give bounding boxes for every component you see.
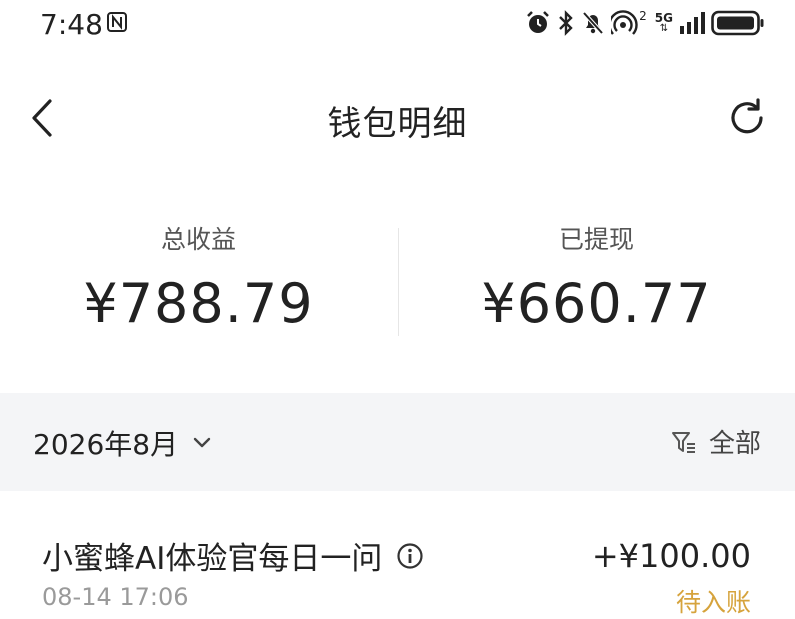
mute-icon xyxy=(582,11,604,35)
status-icons: 2 5G ⇅ xyxy=(525,8,765,38)
hotspot-icon xyxy=(611,10,638,35)
filter-button[interactable]: 全部 xyxy=(671,423,761,460)
month-label: 2026年8月 xyxy=(33,428,179,461)
alarm-icon xyxy=(527,11,550,33)
nfc-icon xyxy=(107,12,127,32)
hotspot-count: 2 xyxy=(639,9,647,23)
total-earnings-value: ¥788.79 xyxy=(83,272,314,335)
transaction-time: 08-14 17:06 xyxy=(42,583,189,611)
withdrawn-amount: 已提现 ¥660.77 xyxy=(398,200,795,335)
signal-icon xyxy=(680,12,705,34)
bluetooth-icon xyxy=(559,10,573,36)
refresh-icon[interactable] xyxy=(725,96,769,140)
withdrawn-value: ¥660.77 xyxy=(481,272,712,335)
chevron-down-icon xyxy=(193,437,211,448)
filter-icon xyxy=(671,431,695,453)
filter-bar: 2026年8月 全部 xyxy=(0,393,795,491)
earnings-summary: 总收益 ¥788.79 已提现 ¥660.77 xyxy=(0,200,795,360)
network-type: 5G ⇅ xyxy=(654,11,673,34)
total-earnings-label: 总收益 xyxy=(160,225,236,254)
info-icon[interactable] xyxy=(396,542,424,570)
total-earnings: 总收益 ¥788.79 xyxy=(0,200,397,335)
withdrawn-label: 已提现 xyxy=(558,225,634,254)
status-time: 7:48 xyxy=(40,8,103,41)
month-selector[interactable]: 2026年8月 xyxy=(33,423,212,463)
status-bar: 7:48 2 5G ⇅ xyxy=(0,0,795,50)
transaction-title: 小蜜蜂AI体验官每日一问 xyxy=(42,541,383,577)
filter-label: 全部 xyxy=(708,429,761,459)
page-title: 钱包明细 xyxy=(327,104,468,144)
transaction-amount: +¥100.00 xyxy=(591,537,751,575)
transaction-title-wrap: 小蜜蜂AI体验官每日一问 xyxy=(42,533,424,578)
transaction-row[interactable]: 小蜜蜂AI体验官每日一问 08-14 17:06 +¥100.00 待入账 xyxy=(0,491,795,617)
battery-icon xyxy=(711,10,764,36)
transaction-status: 待入账 xyxy=(675,588,751,617)
nav-bar: 钱包明细 xyxy=(0,78,795,158)
